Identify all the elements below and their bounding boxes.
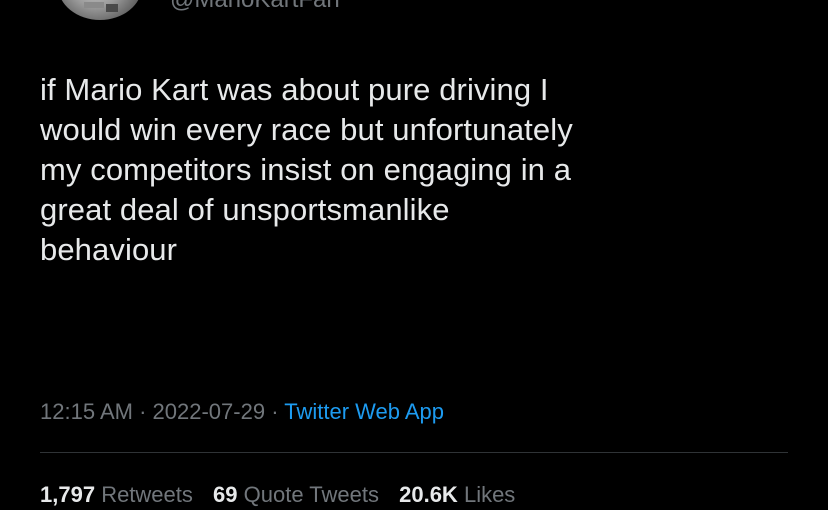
meta-separator: · bbox=[271, 399, 279, 424]
meta-separator: · bbox=[139, 399, 147, 424]
tweet-source-link[interactable]: Twitter Web App bbox=[284, 399, 444, 424]
quote-tweets-count: 69 bbox=[213, 482, 238, 507]
retweets-count: 1,797 bbox=[40, 482, 96, 507]
tweet-text: if Mario Kart was about pure driving I w… bbox=[40, 72, 573, 267]
user-handle[interactable]: @MarioKartFan bbox=[170, 0, 340, 14]
tweet-stats: 1,797 Retweets 69 Quote Tweets 20.6K Lik… bbox=[40, 480, 529, 510]
retweets-stat[interactable]: 1,797 Retweets bbox=[40, 482, 193, 507]
tweet-time[interactable]: 12:15 AM bbox=[40, 399, 133, 424]
quote-tweets-label: Quote Tweets bbox=[243, 482, 379, 507]
avatar[interactable] bbox=[58, 0, 142, 20]
retweets-label: Retweets bbox=[101, 482, 193, 507]
tweet-date[interactable]: 2022-07-29 bbox=[153, 399, 266, 424]
likes-label: Likes bbox=[463, 482, 516, 507]
tweet-meta: 12:15 AM · 2022-07-29 · Twitter Web App bbox=[40, 398, 444, 426]
likes-stat[interactable]: 20.6K Likes bbox=[399, 482, 515, 507]
quote-tweets-stat[interactable]: 69 Quote Tweets bbox=[213, 482, 379, 507]
likes-count: 20.6K bbox=[399, 482, 458, 507]
divider bbox=[40, 452, 788, 453]
